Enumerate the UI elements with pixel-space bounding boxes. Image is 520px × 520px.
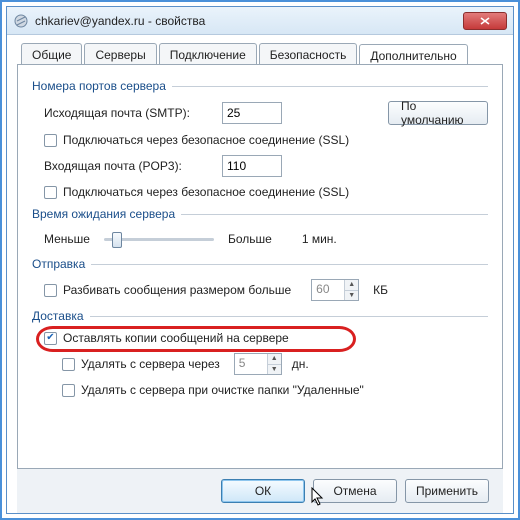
smtp-ssl-checkbox[interactable]	[44, 134, 57, 147]
tab-advanced[interactable]: Дополнительно	[359, 44, 467, 66]
pop3-ssl-checkbox[interactable]	[44, 186, 57, 199]
split-checkbox[interactable]	[44, 284, 57, 297]
app-icon	[13, 13, 29, 29]
chevron-down-icon[interactable]: ▼	[345, 290, 358, 301]
tab-security[interactable]: Безопасность	[259, 43, 358, 65]
timeout-less-label: Меньше	[44, 232, 90, 246]
remove-on-purge-checkbox[interactable]	[62, 384, 75, 397]
divider	[172, 86, 488, 87]
tab-label: Общие	[32, 48, 71, 62]
tab-panel-advanced: Номера портов сервера Исходящая почта (S…	[17, 64, 503, 469]
group-title: Номера портов сервера	[32, 79, 166, 93]
tab-servers[interactable]: Серверы	[84, 43, 156, 65]
leave-copies-checkbox[interactable]	[44, 332, 57, 345]
tab-label: Подключение	[170, 48, 246, 62]
leave-copies-label: Оставлять копии сообщений на сервере	[63, 331, 289, 345]
tab-connection[interactable]: Подключение	[159, 43, 257, 65]
divider	[181, 214, 488, 215]
smtp-ssl-label: Подключаться через безопасное соединение…	[63, 133, 349, 147]
split-label: Разбивать сообщения размером больше	[63, 283, 291, 297]
tab-label: Серверы	[95, 48, 145, 62]
smtp-label: Исходящая почта (SMTP):	[44, 106, 222, 120]
remove-after-unit: дн.	[292, 357, 309, 371]
pop3-ssl-label: Подключаться через безопасное соединение…	[63, 185, 349, 199]
group-header-timeout: Время ожидания сервера	[32, 207, 488, 221]
pop3-port-input[interactable]	[222, 155, 282, 177]
spinner-value: 60	[312, 280, 344, 300]
cancel-button[interactable]: Отмена	[313, 479, 397, 503]
group-header-delivery: Доставка	[32, 309, 488, 323]
chevron-down-icon[interactable]: ▼	[268, 364, 281, 375]
ok-button[interactable]: ОК	[221, 479, 305, 503]
tab-strip: Общие Серверы Подключение Безопасность Д…	[17, 43, 503, 65]
properties-window: chkariev@yandex.ru - свойства Общие Серв…	[6, 6, 514, 514]
remove-after-label: Удалять с сервера через	[81, 357, 220, 371]
button-label: ОК	[255, 484, 271, 498]
chevron-up-icon[interactable]: ▲	[345, 280, 358, 290]
titlebar[interactable]: chkariev@yandex.ru - свойства	[7, 7, 513, 35]
tab-general[interactable]: Общие	[21, 43, 82, 65]
tab-label: Дополнительно	[370, 49, 456, 63]
button-label: По умолчанию	[401, 99, 475, 127]
spinner-value: 5	[235, 354, 267, 374]
smtp-port-input[interactable]	[222, 102, 282, 124]
timeout-slider[interactable]	[104, 229, 214, 249]
group-header-ports: Номера портов сервера	[32, 79, 488, 93]
remove-after-spinner[interactable]: 5 ▲▼	[234, 353, 282, 375]
tab-label: Безопасность	[270, 48, 347, 62]
chevron-up-icon[interactable]: ▲	[268, 354, 281, 364]
window-title: chkariev@yandex.ru - свойства	[35, 14, 463, 28]
dialog-footer: ОК Отмена Применить	[17, 469, 503, 513]
remove-on-purge-label: Удалять с сервера при очистке папки "Уда…	[81, 383, 364, 397]
defaults-button[interactable]: По умолчанию	[388, 101, 488, 125]
split-unit: КБ	[373, 283, 388, 297]
timeout-value: 1 мин.	[302, 232, 337, 246]
button-label: Отмена	[333, 484, 376, 498]
group-title: Время ожидания сервера	[32, 207, 175, 221]
timeout-more-label: Больше	[228, 232, 272, 246]
close-button[interactable]	[463, 12, 507, 30]
divider	[90, 316, 488, 317]
split-size-spinner[interactable]: 60 ▲▼	[311, 279, 359, 301]
group-title: Отправка	[32, 257, 85, 271]
group-header-sending: Отправка	[32, 257, 488, 271]
group-title: Доставка	[32, 309, 84, 323]
slider-thumb[interactable]	[112, 232, 122, 248]
remove-after-checkbox[interactable]	[62, 358, 75, 371]
apply-button[interactable]: Применить	[405, 479, 489, 503]
pop3-label: Входящая почта (POP3):	[44, 159, 222, 173]
button-label: Применить	[416, 484, 478, 498]
divider	[91, 264, 488, 265]
